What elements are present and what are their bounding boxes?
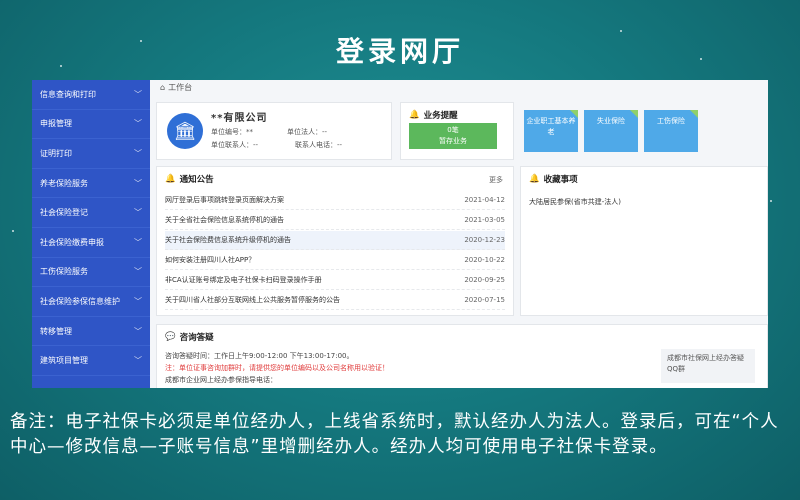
- sidebar: 信息查询和打印 ﹀ 申报管理 ﹀ 证明打印 ﹀ 养老保险服务 ﹀ 社会保险登记 ﹀ 社会保…: [32, 80, 150, 388]
- bank-building-icon: 🏛: [167, 113, 203, 149]
- notice-row[interactable]: 非CA认证账号绑定及电子社保卡扫码登录操作手册 2020-09-25: [165, 271, 505, 290]
- faq-group-line: 成都市企业网上经办参保指导电话：: [165, 376, 277, 384]
- business-reminder-panel: 🔔 业务提醒 0笔 暂存业务: [400, 102, 514, 160]
- business-reminder-title: 🔔 业务提醒: [409, 110, 458, 121]
- notice-row[interactable]: 关于四川省人社部分互联网线上公共服务暂停服务的公告 2020-07-15: [165, 291, 505, 310]
- sidebar-item-declare[interactable]: 申报管理 ﹀: [32, 110, 150, 140]
- chevron-down-icon: ﹀: [134, 89, 142, 99]
- sidebar-item-injury[interactable]: 工伤保险服务 ﹀: [32, 258, 150, 288]
- app-window: 信息查询和打印 ﹀ 申报管理 ﹀ 证明打印 ﹀ 养老保险服务 ﹀ 社会保险登记 ﹀ 社会保…: [32, 80, 768, 388]
- chevron-down-icon: ﹀: [134, 148, 142, 158]
- tile-injury[interactable]: 工伤保险: [644, 110, 698, 152]
- home-icon[interactable]: ⌂: [160, 83, 165, 92]
- star-decoration: [770, 200, 772, 202]
- unit-contact-phone: 联系人电话：--: [295, 141, 343, 149]
- sidebar-item-registration[interactable]: 社会保险登记 ﹀: [32, 198, 150, 228]
- chevron-down-icon: ﹀: [134, 267, 142, 277]
- bell-icon: 🔔: [409, 110, 420, 120]
- faq-hours: 咨询答疑时间：工作日上午9:00-12:00 下午13:00-17:00。: [165, 352, 354, 360]
- breadcrumb: ⌂ 工作台: [160, 82, 193, 92]
- corner-badge: [690, 110, 698, 118]
- notice-panel: 🔔 通知公告 更多 网厅登录后事项跳转登录页面解决方案 2021-04-12 关于全…: [156, 166, 514, 316]
- chat-bubble-icon: 💬: [165, 332, 176, 342]
- page-title: 登录网厅: [335, 35, 464, 68]
- favorites-title: 🔔 收藏事项: [529, 174, 578, 185]
- corner-badge: [570, 110, 578, 118]
- notice-row[interactable]: 关于全省社会保险信息系统停机的通告 2021-03-05: [165, 211, 505, 230]
- faq-title: 💬 咨询答疑: [165, 332, 214, 343]
- favorite-item[interactable]: 大陆居民参保(省市共建-法人): [529, 197, 621, 207]
- sidebar-item-certificate[interactable]: 证明打印 ﹀: [32, 139, 150, 169]
- chevron-down-icon: ﹀: [134, 178, 142, 188]
- notice-title: 🔔 通知公告: [165, 174, 214, 185]
- chevron-down-icon: ﹀: [134, 296, 142, 306]
- favorites-panel: 🔔 收藏事项 大陆居民参保(省市共建-法人): [520, 166, 768, 316]
- unit-name: **有限公司: [211, 113, 268, 124]
- faq-panel: 💬 咨询答疑 咨询答疑时间：工作日上午9:00-12:00 下午13:00-17:…: [156, 324, 768, 388]
- unit-legal-person: 单位法人：--: [287, 128, 328, 136]
- qq-group-box[interactable]: 成都市社保网上经办答疑QQ群: [661, 349, 755, 383]
- chevron-down-icon: ﹀: [134, 326, 142, 336]
- faq-warning: 注：单位证事咨询加群时，请提供您的单位编码以及公司名称用以验证！: [165, 364, 389, 372]
- tile-unemployment[interactable]: 失业保险: [584, 110, 638, 152]
- chevron-down-icon: ﹀: [134, 119, 142, 129]
- insurance-tiles: 企业职工基本养老 失业保险 工伤保险: [520, 102, 768, 160]
- sidebar-item-transfer[interactable]: 转移管理 ﹀: [32, 317, 150, 347]
- notice-row[interactable]: 如何安装注册四川人社APP？ 2020-10-22: [165, 251, 505, 270]
- chevron-down-icon: ﹀: [134, 237, 142, 247]
- bell-icon: 🔔: [529, 174, 540, 184]
- bell-icon: 🔔: [165, 174, 176, 184]
- unit-id: 单位编号：**: [211, 128, 253, 136]
- star-decoration: [12, 230, 14, 232]
- chevron-down-icon: ﹀: [134, 356, 142, 366]
- sidebar-item-construction[interactable]: 建筑项目管理 ﹀: [32, 346, 150, 376]
- sidebar-item-pension[interactable]: 养老保险服务 ﹀: [32, 169, 150, 199]
- tile-pension[interactable]: 企业职工基本养老: [524, 110, 578, 152]
- sidebar-item-payment[interactable]: 社会保险缴费申报 ﹀: [32, 228, 150, 258]
- unit-contact: 单位联系人：--: [211, 141, 259, 149]
- main-content: ⌂ 工作台 🏛 **有限公司 单位编号：** 单位法人：-- 单位联系人：-- …: [156, 80, 768, 388]
- more-link[interactable]: 更多: [489, 175, 503, 185]
- draft-business-button[interactable]: 0笔 暂存业务: [409, 123, 497, 149]
- notice-row[interactable]: 关于社会保险费信息系统升级停机的通告 2020-12-23: [165, 231, 505, 250]
- sidebar-item-info-query[interactable]: 信息查询和打印 ﹀: [32, 80, 150, 110]
- corner-badge: [630, 110, 638, 118]
- unit-info-panel: 🏛 **有限公司 单位编号：** 单位法人：-- 单位联系人：-- 联系人电话：…: [156, 102, 392, 160]
- footer-note: 备注：电子社保卡必须是单位经办人，上线省系统时，默认经办人为法人。登录后，可在“…: [10, 412, 779, 457]
- sidebar-item-maintenance[interactable]: 社会保险参保信息维护 ﹀: [32, 287, 150, 317]
- notice-row[interactable]: 网厅登录后事项跳转登录页面解决方案 2021-04-12: [165, 191, 505, 210]
- chevron-down-icon: ﹀: [134, 208, 142, 218]
